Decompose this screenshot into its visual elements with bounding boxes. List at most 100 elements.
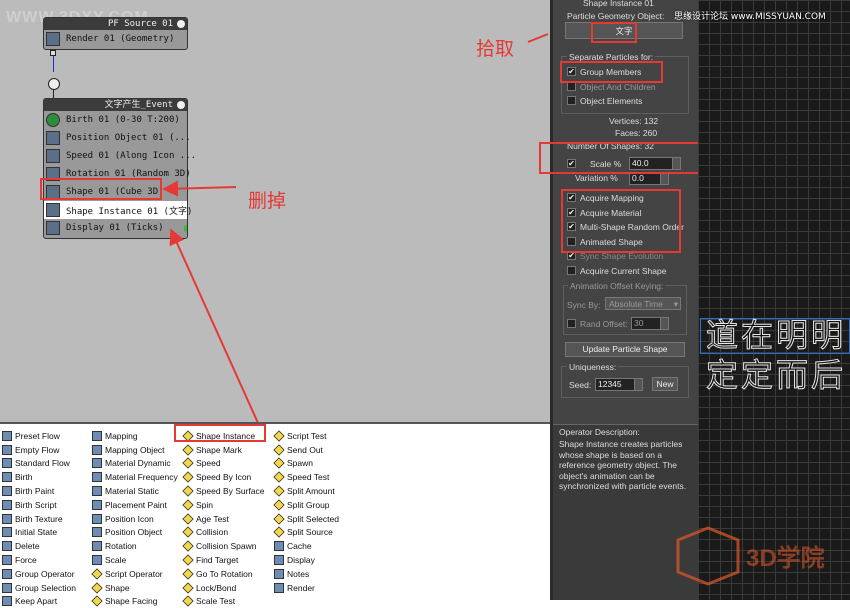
depot-item[interactable]: Split Source [273,526,339,540]
depot-item[interactable]: Rotation [92,539,178,553]
depot-item-label: Group Selection [15,582,76,593]
depot-item-label: Initial State [15,527,58,538]
depot-item-label: Split Selected [287,513,339,524]
highlight-box [539,142,715,174]
depot-item[interactable]: Birth Paint [2,484,76,498]
depot-item[interactable]: Age Test [182,512,265,526]
depot-item[interactable]: Keep Apart [2,595,76,608]
depot-item[interactable]: Preset Flow [2,429,76,443]
depot-item[interactable]: Birth Script [2,498,76,512]
depot-item-label: Go To Rotation [196,568,253,579]
particle-view-canvas[interactable]: WWW.3DXY.COM PF Source 01 Render 01 (Geo… [0,0,550,422]
depot-item[interactable]: Shape [91,581,178,595]
faces-count: Faces: 260 [615,128,658,138]
depot-item[interactable]: Lock/Bond [182,581,265,595]
depot-column-tests: Script Test Send Out Spawn Speed Test Split … [273,429,339,595]
depot-item[interactable]: Birth Texture [2,512,76,526]
depot-item[interactable]: Material Frequency [92,470,178,484]
depot-item-label: Shape Facing [105,596,158,607]
depot-item[interactable]: Shape Facing [91,595,178,608]
depot-item[interactable]: Speed By Icon [182,470,265,484]
depot-item[interactable]: Group Selection [2,581,76,595]
depot-item[interactable]: Cache [274,539,339,553]
depot-item[interactable]: Split Amount [273,484,339,498]
depot-item[interactable]: Initial State [2,526,76,540]
depot-item[interactable]: Placement Paint [92,498,178,512]
depot-item[interactable]: Go To Rotation [182,567,265,581]
depot-item[interactable]: Scale Test [182,595,265,608]
depot-item[interactable]: Delete [2,539,76,553]
depot-item-label: Collision Spawn [196,541,257,552]
operator-icon [92,486,102,497]
operator-icon [2,486,12,497]
depot-item[interactable]: Empty Flow [2,443,76,457]
depot-item[interactable]: Spawn [273,457,339,471]
depot-item[interactable]: Display [274,553,339,567]
operator-icon [92,555,102,566]
depot-item[interactable]: Collision Spawn [182,539,265,553]
depot-item[interactable]: Notes [274,567,339,581]
depot-item[interactable]: Script Test [273,429,339,443]
depot-item-label: Position Object [105,527,163,538]
depot-item-label: Speed [196,458,221,469]
depot-item[interactable]: Split Group [273,498,339,512]
depot-item-label: Birth Paint [15,486,55,497]
operator-icon [182,471,194,483]
rand-offset-spinner[interactable]: 30 [631,317,669,330]
operator-icon [273,471,285,483]
depot-item[interactable]: Speed Test [273,470,339,484]
operator-icon [274,582,284,593]
operator-icon [91,568,103,580]
depot-item[interactable]: Force [2,553,76,567]
depot-item-label: Standard Flow [15,458,70,469]
depot-item[interactable]: Script Operator [91,567,178,581]
depot-item[interactable]: Mapping Object [92,443,178,457]
depot-item[interactable]: Render [274,581,339,595]
depot-item[interactable]: Position Icon [92,512,178,526]
depot-item[interactable]: Position Object [92,526,178,540]
depot-item[interactable]: Material Dynamic [92,457,178,471]
operator-icon [92,527,102,538]
update-particle-shape-button[interactable]: Update Particle Shape [565,342,685,357]
operator-icon [92,430,102,441]
depot-item-label: Collision [196,527,229,538]
depot-item-label: Position Icon [105,513,154,524]
operator-icon [2,499,12,510]
rand-offset-checkbox[interactable] [567,319,576,328]
rollout-title[interactable]: Shape Instance 01 [583,0,654,8]
depot-item[interactable]: Mapping [92,429,178,443]
depot-column-operators-tests: Shape Instance Shape Mark Speed Speed By Ic… [182,429,265,608]
acquire-current-checkbox[interactable] [567,266,576,275]
depot-item[interactable]: Spin [182,498,265,512]
highlight-box [591,22,637,43]
depot-item[interactable]: Send Out [273,443,339,457]
depot-item[interactable]: Group Operator [2,567,76,581]
operator-icon [182,595,194,608]
object-elements-label: Object Elements [580,96,643,106]
depot-item-label: Shape [105,582,130,593]
depot-item[interactable]: Shape Mark [182,443,265,457]
depot-item[interactable]: Speed By Surface [182,484,265,498]
viewport-text-line: 道在明明 [705,316,847,355]
depot-item[interactable]: Find Target [182,553,265,567]
seed-spinner[interactable]: 12345 [595,378,643,391]
depot-item-label: Keep Apart [15,596,58,607]
depot-item[interactable]: Birth [2,470,76,484]
depot-item[interactable]: Split Selected [273,512,339,526]
radio-object-children[interactable] [567,82,576,91]
radio-object-elements[interactable] [567,96,576,105]
depot-item[interactable]: Speed [182,457,265,471]
depot-item[interactable]: Standard Flow [2,457,76,471]
chevron-down-icon: ▾ [673,299,678,309]
operator-icon [92,513,102,524]
viewport[interactable] [698,0,850,600]
depot-item[interactable]: Material Static [92,484,178,498]
operator-icon [2,555,12,566]
depot-item-label: Delete [15,541,40,552]
new-seed-button[interactable]: New [652,377,678,391]
sync-by-select[interactable]: Absolute Time ▾ [605,297,681,310]
depot-item-label: Scale [105,555,127,566]
depot-item[interactable]: Scale [92,553,178,567]
depot-item[interactable]: Collision [182,526,265,540]
depot-column-flows: Preset Flow Empty Flow Standard Flow Birth B… [2,429,76,608]
